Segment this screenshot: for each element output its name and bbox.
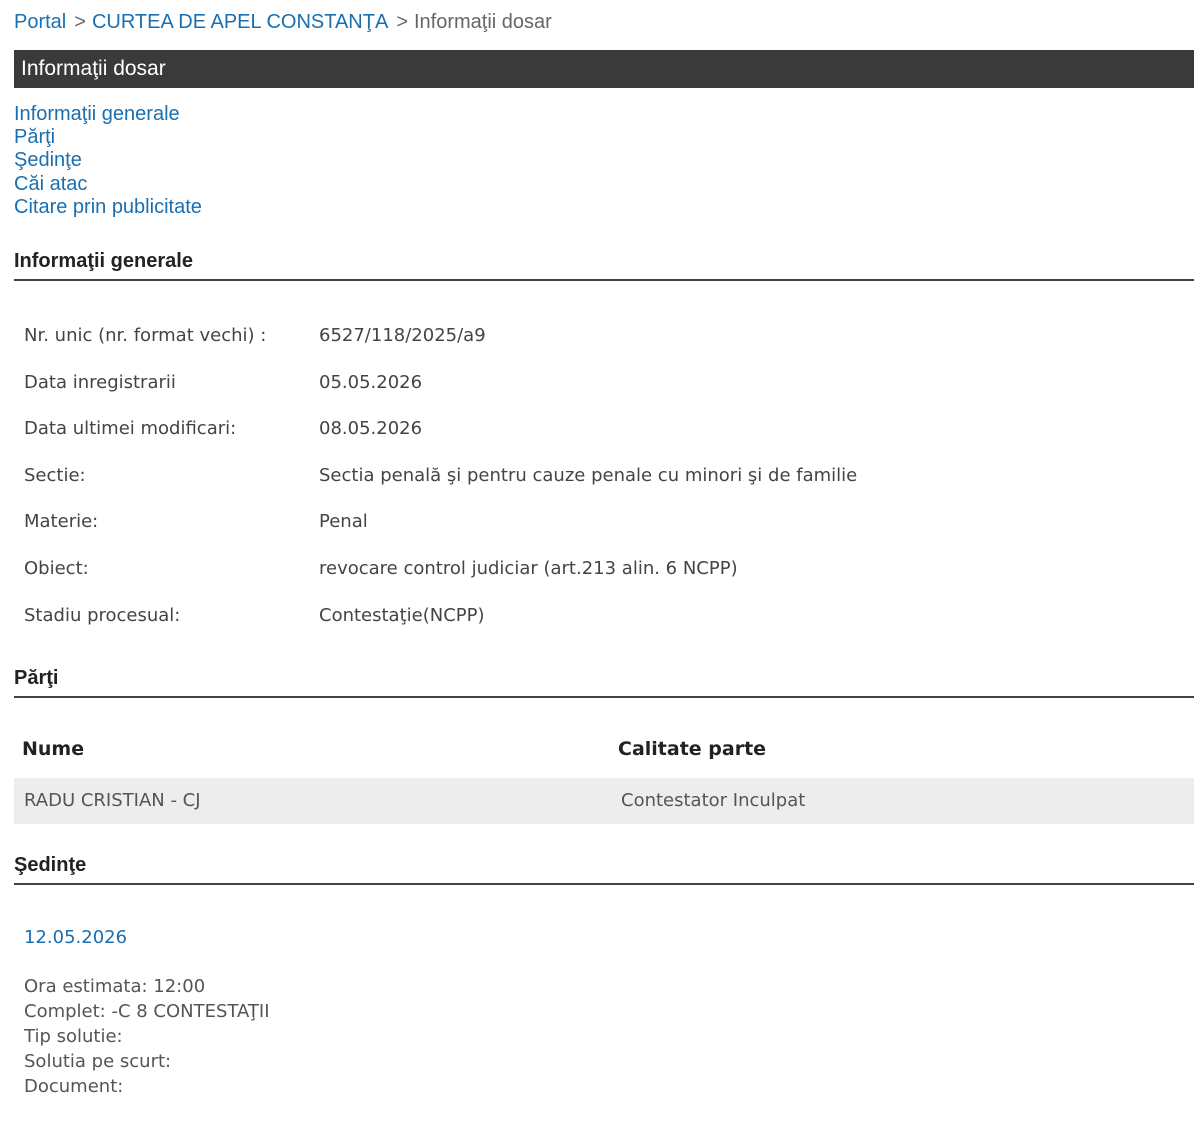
breadcrumb-portal-link[interactable]: Portal xyxy=(14,11,66,33)
breadcrumb-current: Informaţii dosar xyxy=(414,11,552,33)
section-anchor-nav: Informaţii generale Părţi Şedinţe Căi at… xyxy=(14,103,202,219)
info-label-nr-unic: Nr. unic (nr. format vechi) : xyxy=(24,325,267,346)
breadcrumb-separator: > xyxy=(74,11,86,33)
parti-col-header-calitate: Calitate parte xyxy=(618,738,767,760)
anchor-nav-item: Părţi xyxy=(14,126,202,149)
table-row: RADU CRISTIAN - CJ Contestator Inculpat xyxy=(14,778,1194,824)
sedinta-ora-estimata: Ora estimata: 12:00 xyxy=(24,976,206,997)
info-label-data-inregistrarii: Data inregistrarii xyxy=(24,371,176,393)
info-label-materie: Materie: xyxy=(24,511,99,533)
info-value-sectie: Sectia penală şi pentru cauze penale cu … xyxy=(319,464,858,486)
info-label-sectie: Sectie: xyxy=(24,464,86,486)
info-value-stadiu-procesual: Contestaţie(NCPP) xyxy=(319,604,485,626)
sedinta-document: Document: xyxy=(24,1076,124,1097)
anchor-link-citare-publicitate[interactable]: Citare prin publicitate xyxy=(14,196,202,218)
sedinta-complet: Complet: -C 8 CONTESTAŢII xyxy=(24,1001,270,1022)
parti-cell-nume: RADU CRISTIAN - CJ xyxy=(24,790,201,811)
anchor-link-cai-atac[interactable]: Căi atac xyxy=(14,173,87,195)
info-value-obiect: revocare control judiciar (art.213 alin.… xyxy=(319,557,738,579)
breadcrumb: Portal > CURTEA DE APEL CONSTANŢA > Informaţ… xyxy=(14,10,552,34)
anchor-nav-item: Căi atac xyxy=(14,173,202,196)
anchor-link-parti[interactable]: Părţi xyxy=(14,126,55,148)
section-heading-parti: Părţi xyxy=(14,666,1194,698)
info-label-data-ultimei-modificari: Data ultimei modificari: xyxy=(24,418,237,440)
sedinta-details: Ora estimata: 12:00 Complet: -C 8 CONTES… xyxy=(24,974,270,1099)
parti-col-header-nume: Nume xyxy=(22,738,85,760)
parti-cell-calitate: Contestator Inculpat xyxy=(621,790,806,811)
anchor-nav-item: Şedinţe xyxy=(14,149,202,172)
info-value-nr-unic: 6527/118/2025/a9 xyxy=(319,325,486,346)
breadcrumb-court-link[interactable]: CURTEA DE APEL CONSTANŢA xyxy=(92,11,388,33)
anchor-link-sedinte[interactable]: Şedinţe xyxy=(14,149,82,171)
sedinta-solutia-pe-scurt: Solutia pe scurt: xyxy=(24,1051,172,1072)
anchor-nav-item: Citare prin publicitate xyxy=(14,196,202,219)
info-label-stadiu-procesual: Stadiu procesual: xyxy=(24,604,181,626)
info-value-data-inregistrarii: 05.05.2026 xyxy=(319,371,423,393)
parti-table-header: Nume Calitate parte xyxy=(14,738,1194,768)
anchor-link-informatii-generale[interactable]: Informaţii generale xyxy=(14,103,180,125)
info-label-obiect: Obiect: xyxy=(24,557,89,579)
sedinta-tip-solutie: Tip solutie: xyxy=(24,1026,123,1047)
breadcrumb-separator: > xyxy=(396,11,408,33)
info-value-data-ultimei-modificari: 08.05.2026 xyxy=(319,418,423,440)
section-heading-informatii-generale: Informaţii generale xyxy=(14,249,1194,281)
section-heading-sedinte: Şedinţe xyxy=(14,853,1194,885)
info-value-materie: Penal xyxy=(319,511,368,533)
sedinta-date: 12.05.2026 xyxy=(24,927,128,948)
anchor-nav-item: Informaţii generale xyxy=(14,103,202,126)
page-title-bar: Informaţii dosar xyxy=(14,50,1194,88)
